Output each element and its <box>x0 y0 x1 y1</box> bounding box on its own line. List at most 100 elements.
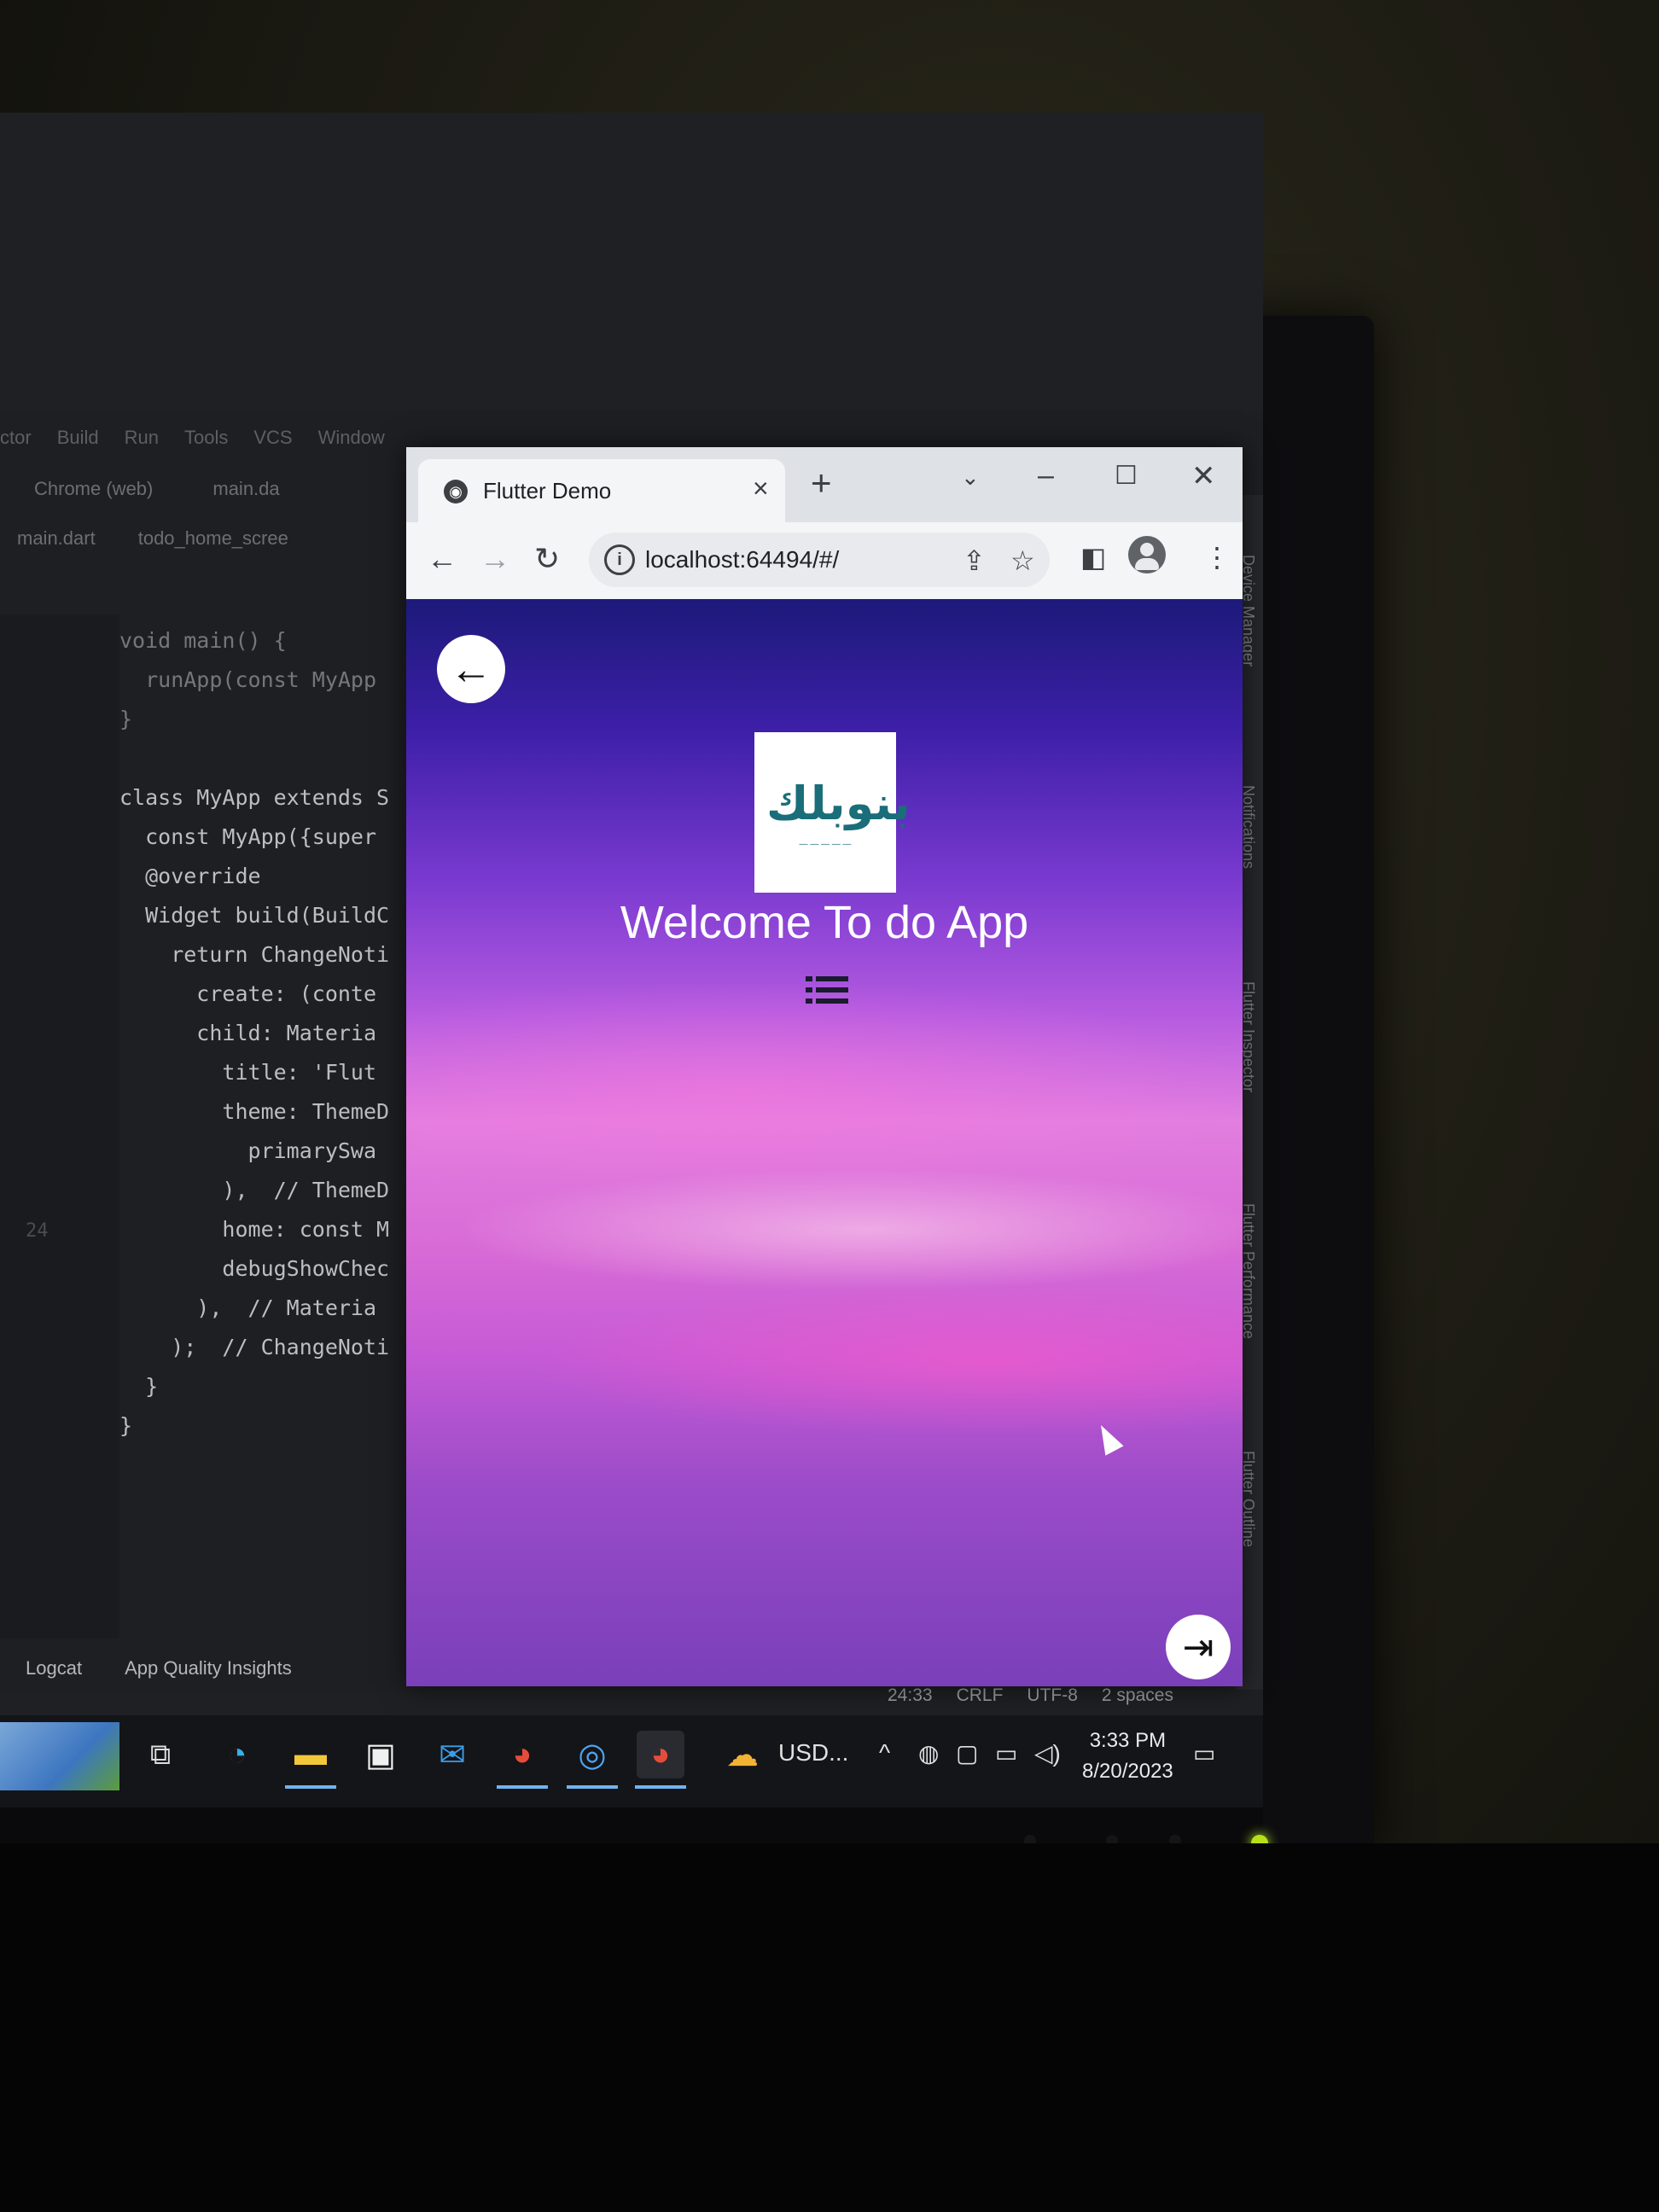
chrome-active-indicator <box>497 1785 548 1789</box>
editor-gutter <box>0 614 119 1639</box>
tab-strip: ◉ Flutter Demo × + ⌄ – ☐ ✕ <box>406 447 1243 522</box>
address-bar[interactable]: i localhost:64494/#/ ⇪ ☆ <box>589 533 1050 587</box>
more-menu-icon[interactable]: ⋮ <box>1203 541 1231 573</box>
code-line[interactable]: ), // ThemeD <box>119 1178 389 1202</box>
file-explorer-active-indicator <box>285 1785 336 1789</box>
code-line[interactable]: create: (conte <box>119 981 376 1006</box>
code-line[interactable]: title: 'Flut <box>119 1060 376 1085</box>
list-icon[interactable] <box>806 975 848 1005</box>
logout-icon: ⇥ <box>1182 1626 1214 1668</box>
weather-widget-label[interactable]: USD... <box>778 1739 848 1767</box>
tab-search-icon[interactable]: ⌄ <box>961 464 980 491</box>
edge-icon[interactable]: ◔ <box>213 1731 261 1778</box>
store-icon[interactable]: ▣ <box>357 1731 405 1778</box>
code-line[interactable]: child: Materia <box>119 1021 376 1045</box>
ide-menu-bar: ctor Build Run Tools VCS Window <box>0 427 385 461</box>
ide-status-bar: 24:33 CRLF UTF-8 2 spaces <box>888 1685 1173 1706</box>
code-line[interactable]: theme: ThemeD <box>119 1099 389 1124</box>
file-tab-main[interactable]: main.dart <box>17 527 96 550</box>
run-config-select[interactable]: Chrome (web) <box>34 478 153 500</box>
share-icon[interactable]: ⇪ <box>963 544 986 577</box>
close-window-button[interactable]: ✕ <box>1191 459 1216 493</box>
android-studio-active-indicator <box>567 1785 618 1789</box>
code-line[interactable]: void main() { <box>119 628 287 653</box>
ide-menu-item[interactable]: Run <box>125 427 159 461</box>
cursor-position[interactable]: 24:33 <box>888 1685 933 1706</box>
mail-icon[interactable]: ✉ <box>428 1731 476 1778</box>
taskbar-pinned-app[interactable] <box>0 1722 119 1790</box>
clock-time: 3:33 PM <box>1089 1729 1167 1752</box>
tray-device-icon[interactable]: ▢ <box>956 1739 978 1767</box>
code-line[interactable]: primarySwa <box>119 1138 377 1163</box>
file-encoding[interactable]: UTF-8 <box>1027 1685 1078 1706</box>
browser-tab[interactable]: ◉ Flutter Demo × <box>418 459 785 522</box>
code-line[interactable]: Widget build(BuildC <box>119 903 389 928</box>
indent-setting[interactable]: 2 spaces <box>1102 1685 1173 1706</box>
logo-text: بنوبلك <box>766 777 911 830</box>
profile-avatar-icon[interactable] <box>1128 536 1166 573</box>
browser-window: ◉ Flutter Demo × + ⌄ – ☐ ✕ ← → ↻ i local… <box>406 447 1243 1686</box>
code-line[interactable]: ); // ChangeNoti <box>119 1335 389 1359</box>
code-line[interactable]: return ChangeNoti <box>119 942 389 967</box>
taskbar-clock[interactable]: 3:33 PM 8/20/2023 <box>1082 1726 1173 1787</box>
bookmark-star-icon[interactable]: ☆ <box>1010 544 1035 577</box>
code-line[interactable]: } <box>119 707 132 731</box>
browser-toolbar: ← → ↻ i localhost:64494/#/ ⇪ ☆ ◧ ⋮ <box>406 522 1243 600</box>
back-button[interactable]: ← <box>437 635 505 703</box>
logcat-tab[interactable]: Logcat <box>26 1657 82 1679</box>
side-panel-icon[interactable]: ◧ <box>1080 541 1106 573</box>
mouse-cursor <box>1091 1420 1124 1456</box>
close-tab-icon[interactable]: × <box>753 473 769 504</box>
desk-background <box>0 1843 1659 2212</box>
code-line[interactable]: ), // Materia <box>119 1295 376 1320</box>
file-explorer-icon[interactable]: ▬ <box>287 1731 335 1778</box>
ide-menu-item[interactable]: VCS <box>253 427 292 461</box>
minimize-button[interactable]: – <box>1038 459 1054 492</box>
tray-overflow-icon[interactable]: ^ <box>879 1739 890 1767</box>
maximize-button[interactable]: ☐ <box>1115 461 1138 491</box>
chrome-icon[interactable]: ◕ <box>498 1731 546 1778</box>
ide-menu-item[interactable]: Window <box>318 427 385 461</box>
weather-icon[interactable]: ☁ <box>719 1731 766 1778</box>
ide-menu-item[interactable]: Tools <box>184 427 228 461</box>
code-line[interactable]: home: const M <box>119 1217 389 1242</box>
code-line[interactable]: runApp(const MyApp <box>119 667 376 692</box>
app-quality-insights-tab[interactable]: App Quality Insights <box>125 1657 292 1679</box>
url-text[interactable]: localhost:64494/#/ <box>645 546 839 573</box>
code-line[interactable]: @override <box>119 864 260 888</box>
back-arrow-icon[interactable]: ← <box>427 541 457 577</box>
ide-file-tabs: main.dart todo_home_scree <box>17 527 288 550</box>
run-target[interactable]: main.da <box>212 478 279 500</box>
tab-title: Flutter Demo <box>483 478 612 504</box>
app-viewport: ← بنوبلك — — — — — Welcome To do App ⇥ <box>406 599 1243 1686</box>
reload-icon[interactable]: ↻ <box>534 541 560 577</box>
chrome-window-active-indicator <box>635 1785 686 1789</box>
logout-button[interactable]: ⇥ <box>1166 1615 1231 1679</box>
code-line[interactable]: } <box>119 1413 132 1438</box>
file-tab-todo-home[interactable]: todo_home_scree <box>138 527 288 550</box>
welcome-title: Welcome To do App <box>620 897 1029 948</box>
notifications-icon[interactable]: ▭ <box>1193 1739 1215 1767</box>
app-logo: بنوبلك — — — — — <box>754 732 911 893</box>
ide-menu-item[interactable]: ctor <box>0 427 32 461</box>
volume-icon[interactable]: ◁) <box>1034 1739 1061 1767</box>
site-info-icon[interactable]: i <box>604 544 635 575</box>
windows-taskbar <box>0 1715 1263 1807</box>
chrome-window-icon[interactable]: ◕ <box>637 1731 684 1778</box>
code-line[interactable]: } <box>119 1374 158 1399</box>
task-view-icon[interactable]: ⧉ <box>137 1731 184 1778</box>
code-line[interactable]: const MyApp({super <box>119 824 376 849</box>
clock-date: 8/20/2023 <box>1082 1760 1173 1783</box>
new-tab-button[interactable]: + <box>811 465 832 501</box>
ide-toolbar: Chrome (web) main.da <box>34 478 280 500</box>
code-line[interactable]: class MyApp extends S <box>119 785 389 810</box>
ide-bottom-tool-tabs: Logcat App Quality Insights <box>0 1647 435 1690</box>
ide-menu-item[interactable]: Build <box>57 427 99 461</box>
network-icon[interactable]: ▭ <box>995 1739 1017 1767</box>
line-separator[interactable]: CRLF <box>957 1685 1004 1706</box>
android-studio-icon[interactable]: ◎ <box>568 1731 616 1778</box>
code-line[interactable]: debugShowChec <box>119 1256 389 1281</box>
tray-webcam-icon[interactable]: ◍ <box>918 1739 939 1767</box>
forward-arrow-icon[interactable]: → <box>480 541 510 577</box>
globe-icon: ◉ <box>444 480 468 504</box>
